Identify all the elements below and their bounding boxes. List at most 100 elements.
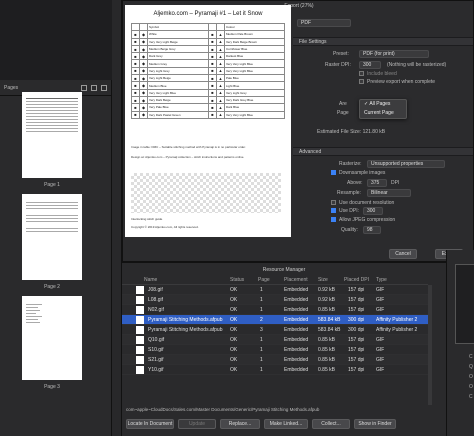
table-row[interactable]: Pyramaji Stitching Methods.afpub OK 3 Embed…	[122, 325, 428, 335]
swatch-icon: ■	[207, 81, 217, 90]
resource-size: 0.85 kB	[318, 337, 335, 343]
resource-name: Pyramaji Stitching Methods.afpub	[148, 327, 223, 333]
resource-placement: Embedded	[284, 357, 309, 363]
page-label-1: Page 1	[44, 182, 60, 188]
add-page-icon[interactable]	[81, 84, 87, 91]
table-row[interactable]: Q10.gif OK 1 Embedded 0.85 kB 157 dpi GIF	[122, 335, 428, 345]
preview-after-checkbox[interactable]	[359, 79, 364, 84]
update-button[interactable]: Update	[178, 419, 216, 429]
resource-placement: Embedded	[284, 337, 309, 343]
raster-note: (Nothing will be rasterized)	[387, 62, 447, 68]
export-settings: PDF File Settings Preset: PDF (for print…	[293, 11, 473, 241]
page-options-icon[interactable]	[101, 84, 107, 91]
area-option-all-pages[interactable]: ✓ All Pages	[360, 100, 406, 109]
table-row[interactable]: S21.gif OK 1 Embedded 0.85 kB 157 dpi GIF	[122, 355, 428, 365]
preview-cell: Very Light Grey	[223, 88, 286, 97]
resource-page: 1	[260, 347, 263, 353]
resource-thumbnail-icon	[136, 336, 144, 344]
above-field[interactable]: 375	[367, 179, 387, 187]
col-placement[interactable]: Placement	[284, 275, 308, 285]
col-name[interactable]: Name	[144, 275, 157, 285]
resource-name: L08.gif	[148, 297, 164, 303]
table-row[interactable]: J08.gif OK 1 Embedded 0.92 kB 157 dpi GIF	[122, 285, 428, 295]
resample-select[interactable]: Bilinear	[367, 189, 411, 197]
use-dpi-label: Use DPI:	[339, 208, 360, 214]
preview-header: Aljemko.com – Pyramaji #1 – Let it Snow	[153, 11, 263, 17]
table-row[interactable]: Pyramaji Stitching Methods.afpub OK 2 Embed…	[122, 315, 428, 325]
resource-type: GIF	[376, 367, 385, 373]
resource-thumbnail-icon	[136, 286, 144, 294]
allow-jpeg-label: Allow JPEG compression	[339, 217, 396, 223]
make-linked-button[interactable]: Make Linked...	[264, 419, 308, 429]
table-row[interactable]: N02.gif OK 1 Embedded 0.85 kB 157 dpi GIF	[122, 305, 428, 315]
table-row[interactable]: Y10.gif OK 1 Embedded 0.85 kB 157 dpi GIF	[122, 365, 428, 375]
rasterize-label: Rasterize:	[339, 161, 362, 167]
preview-table-row: ■ ◆ Very Light Beige ■ ▲ Pale Blue	[131, 74, 286, 83]
format-select[interactable]: PDF	[297, 19, 351, 27]
preview-table-row: ■ ◆ Very Light Grey ■ ▲ Very Very Light Blue	[131, 66, 286, 76]
resource-size: 0.85 kB	[318, 367, 335, 373]
swatch-icon: ■	[207, 30, 217, 39]
col-status[interactable]: Status	[230, 275, 244, 285]
preview-cell: Very Light Beige	[147, 74, 209, 83]
right-panel-strip: C Q O O C	[446, 250, 474, 436]
resource-type: Affinity Publisher 2	[376, 327, 418, 333]
preview-table-row: ■ ◆ Very Very Light Beige ■ ▲ Very Dark Beige…	[131, 37, 286, 46]
resource-status: OK	[230, 297, 238, 303]
above-label: Above:	[347, 180, 363, 186]
resource-dpi: 157 dpi	[348, 297, 365, 303]
preview-table-row: ■ ◆ Very Very Light Blue ■ ▲ Very Light Grey	[131, 88, 286, 97]
preview-cell: Very Dark Pastel Green	[147, 110, 209, 119]
col-type[interactable]: Type	[376, 275, 387, 285]
area-dropdown-menu[interactable]: ✓ All Pages Current Page	[359, 99, 407, 119]
symbol-icon: ◆	[139, 52, 148, 61]
use-doc-resolution-radio[interactable]	[331, 200, 336, 205]
delete-page-icon[interactable]	[91, 84, 97, 91]
resource-thumbnail-icon	[136, 316, 144, 324]
page-thumbnail-1[interactable]	[22, 92, 82, 178]
quality-field[interactable]: 98	[363, 226, 381, 234]
show-in-finder-button[interactable]: Show in Finder	[354, 419, 396, 429]
file-settings-section[interactable]: File Settings	[293, 37, 473, 46]
symbol-icon: ▲	[215, 66, 225, 76]
symbol-icon: ▲	[215, 88, 225, 97]
cancel-button[interactable]: Cancel	[389, 249, 417, 259]
swatch-icon: ■	[131, 44, 140, 54]
advanced-section[interactable]: Advanced	[293, 147, 473, 156]
above-unit: DPI	[391, 180, 400, 186]
table-row[interactable]: L08.gif OK 1 Embedded 0.92 kB 157 dpi GIF	[122, 295, 428, 305]
table-row[interactable]: S10.gif OK 1 Embedded 0.85 kB 157 dpi GIF	[122, 345, 428, 355]
preview-cell: Very Light Grey	[147, 66, 209, 76]
downsample-checkbox[interactable]	[331, 170, 336, 175]
replace-button[interactable]: Replace...	[220, 419, 260, 429]
resource-type: GIF	[376, 347, 385, 353]
use-dpi-field[interactable]: 300	[363, 207, 383, 215]
resource-page: 1	[260, 297, 263, 303]
resource-status: OK	[230, 327, 238, 333]
resource-dpi: 157 dpi	[348, 287, 365, 293]
rasterize-select[interactable]: Unsupported properties	[367, 160, 445, 168]
preview-cell: Medium Blue	[147, 81, 209, 90]
collect-button[interactable]: Collect...	[312, 419, 350, 429]
swatch-icon: ■	[207, 52, 217, 61]
export-preview: Aljemko.com – Pyramaji #1 – Let it Snow …	[125, 5, 291, 237]
preview-cell: Very Very Light Blue	[223, 110, 286, 119]
raster-dpi-field[interactable]: 300	[359, 61, 381, 69]
page-thumbnail-2[interactable]	[22, 194, 82, 280]
locate-in-document-button[interactable]: Locate In Document	[126, 419, 174, 429]
resource-scrollbar[interactable]	[428, 285, 432, 405]
resource-dpi: 157 dpi	[348, 357, 365, 363]
include-bleed-checkbox[interactable]	[359, 71, 364, 76]
use-dpi-radio[interactable]	[331, 208, 336, 213]
col-size[interactable]: Size	[318, 275, 328, 285]
preview-table-row: ■ ◆ Very Dark Beige ■ ▲ Very Dark Grey Blue	[131, 95, 286, 105]
col-placed-dpi[interactable]: Placed DPI	[344, 275, 369, 285]
col-page[interactable]: Page	[258, 275, 270, 285]
export-dialog: Export (27%) Aljemko.com – Pyramaji #1 –…	[122, 0, 474, 262]
page-thumbnail-3[interactable]	[22, 296, 82, 380]
preview-cell: Very Very Light Beige	[147, 37, 209, 46]
area-option-current-page[interactable]: Current Page	[360, 109, 406, 118]
preview-note-2: Design at: Aljemko.com – Pyramaji collec…	[131, 155, 245, 159]
preset-select[interactable]: PDF (for print)	[359, 50, 429, 58]
allow-jpeg-checkbox[interactable]	[331, 217, 336, 222]
